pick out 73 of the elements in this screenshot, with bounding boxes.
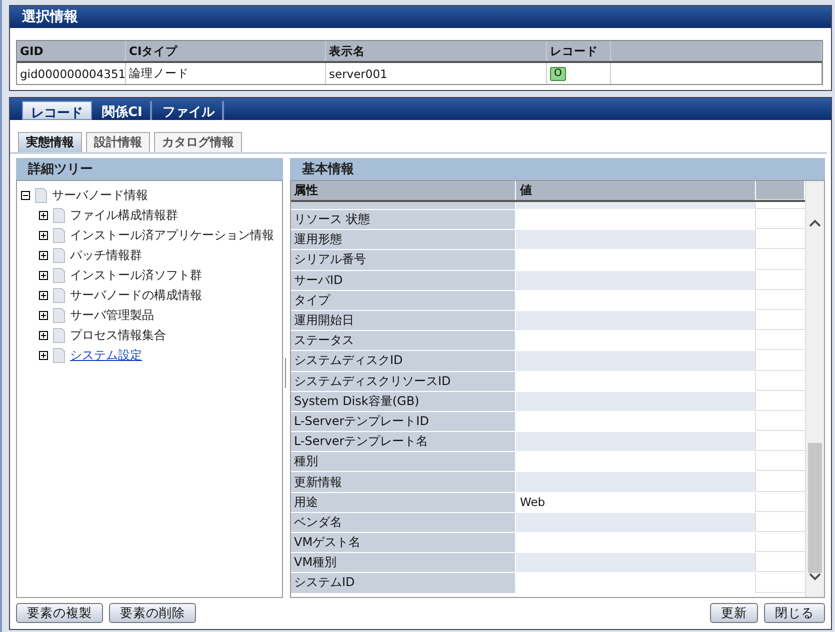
tree-item[interactable]: サーバ管理製品 xyxy=(70,306,154,324)
document-icon xyxy=(35,188,47,202)
table-cell: 更新情報 xyxy=(291,472,516,492)
expand-icon[interactable] xyxy=(39,310,48,320)
document-icon xyxy=(53,288,65,302)
scrollbar[interactable] xyxy=(805,181,824,597)
table-cell: シリアル番号 xyxy=(291,250,516,270)
column-header: 表示名 xyxy=(326,41,547,61)
document-icon xyxy=(53,308,65,322)
table-cell: server001 xyxy=(326,63,547,84)
tree-item[interactable]: パッチ情報群 xyxy=(70,246,142,264)
document-icon xyxy=(53,268,65,282)
document-icon xyxy=(53,228,65,242)
action-button[interactable]: 要素の複製 xyxy=(16,603,103,623)
record-badge[interactable]: O xyxy=(550,66,566,80)
document-icon xyxy=(53,208,65,222)
table-cell: VMゲスト名 xyxy=(291,533,516,552)
expand-icon[interactable] xyxy=(39,210,48,220)
expand-icon[interactable] xyxy=(39,230,48,240)
section-title: 基本情報 xyxy=(302,161,354,178)
expand-icon[interactable] xyxy=(39,350,48,360)
tree-item[interactable]: ファイル構成情報群 xyxy=(70,206,178,224)
document-icon xyxy=(53,348,65,362)
table-cell: 運用形態 xyxy=(291,230,516,250)
table-cell: ステータス xyxy=(291,331,516,350)
table-cell: タイプ xyxy=(291,290,516,310)
document-icon xyxy=(53,328,65,342)
action-button[interactable]: 更新 xyxy=(710,603,758,623)
collapse-icon[interactable] xyxy=(21,190,30,200)
action-button[interactable]: 要素の削除 xyxy=(109,603,196,623)
action-button[interactable]: 閉じる xyxy=(764,603,825,623)
table-cell: サーバID xyxy=(291,270,516,290)
document-icon xyxy=(53,248,65,262)
table-cell: 種別 xyxy=(291,452,516,472)
tab[interactable]: 実態情報 xyxy=(18,132,82,152)
table-cell: 用途 xyxy=(291,492,516,512)
table-cell: 論理ノード xyxy=(126,63,326,84)
section-title: 詳細ツリー xyxy=(28,161,93,178)
expand-icon[interactable] xyxy=(39,250,48,260)
table-cell: Web xyxy=(516,492,756,512)
tree-item[interactable]: プロセス情報集合 xyxy=(70,326,166,344)
tree-link[interactable]: システム設定 xyxy=(70,346,142,364)
tab[interactable]: カタログ情報 xyxy=(154,132,242,152)
scroll-down-icon[interactable] xyxy=(809,573,821,581)
expand-icon[interactable] xyxy=(39,270,48,280)
tab[interactable]: 設計情報 xyxy=(86,132,150,152)
table-cell: L-Serverテンプレート名 xyxy=(291,432,516,452)
tree-item[interactable]: サーバノード情報 xyxy=(52,186,148,204)
scroll-up-icon[interactable] xyxy=(809,219,821,227)
table-cell: システムID xyxy=(291,573,516,593)
table-cell: システムディスクID xyxy=(291,351,516,370)
table-cell: ベンダ名 xyxy=(291,512,516,532)
tree-item[interactable]: インストール済ソフト群 xyxy=(70,266,202,284)
tab[interactable]: ファイル xyxy=(154,101,224,120)
table-cell: 運用開始日 xyxy=(291,310,516,330)
tab[interactable]: レコード xyxy=(22,101,92,120)
tree-item[interactable]: サーバノードの構成情報 xyxy=(70,286,202,304)
column-header: GID xyxy=(17,41,126,61)
table-cell: L-ServerテンプレートID xyxy=(291,412,516,432)
table-cell: リソース 状態 xyxy=(291,210,516,230)
expand-icon[interactable] xyxy=(39,330,48,340)
column-header: CIタイプ xyxy=(126,41,326,61)
table-cell: System Disk容量(GB) xyxy=(291,392,516,411)
expand-icon[interactable] xyxy=(39,290,48,300)
tree-item[interactable]: インストール済アプリケーション情報 xyxy=(70,226,274,244)
scrollbar-thumb[interactable] xyxy=(808,443,822,573)
table-cell: gid000000004351 xyxy=(17,63,126,84)
tab[interactable]: 関係CI xyxy=(94,101,152,120)
panel-title: 選択情報 xyxy=(22,8,78,26)
table-cell: システムディスクリソースID xyxy=(291,372,516,391)
table-cell: VM種別 xyxy=(291,553,516,572)
column-header: 属性 xyxy=(291,181,516,200)
column-header: レコード xyxy=(547,41,611,61)
